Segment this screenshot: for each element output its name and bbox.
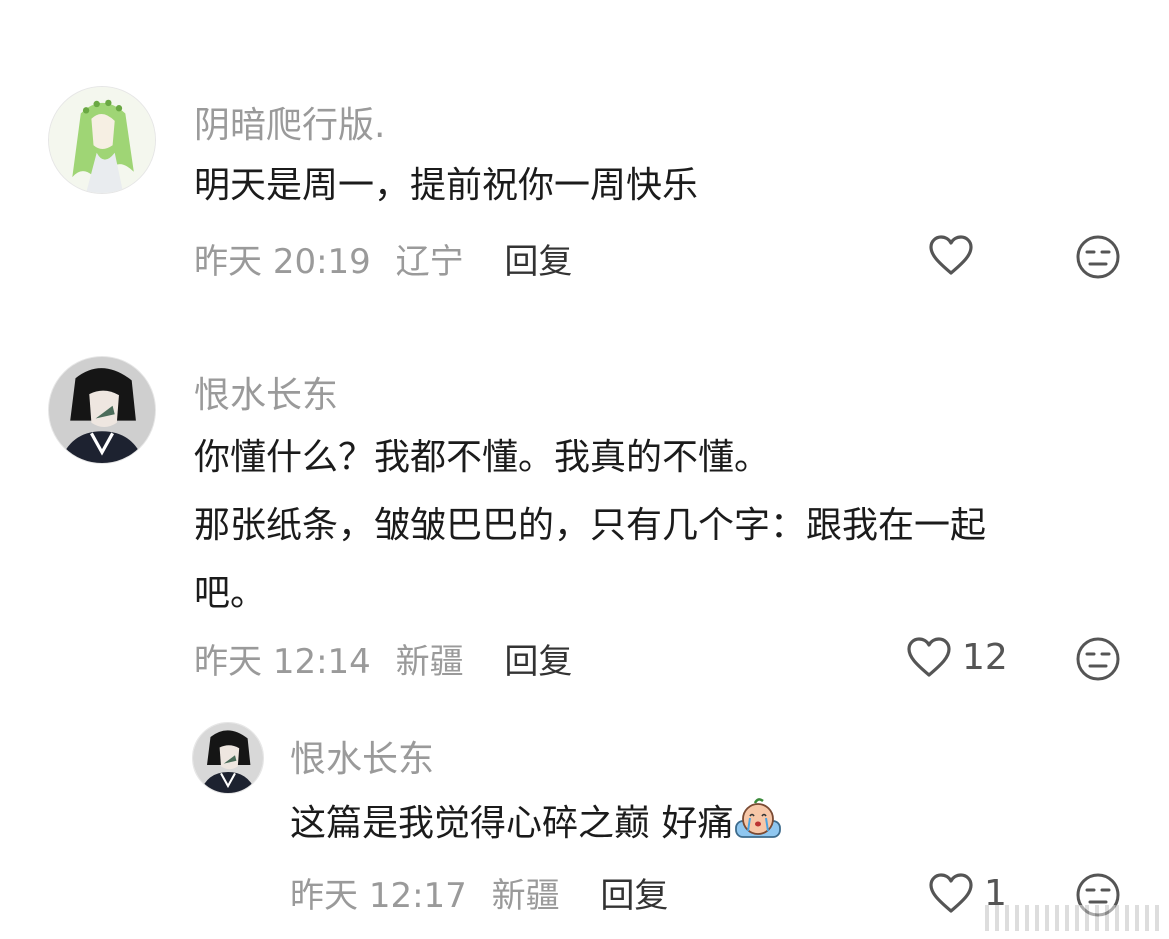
- crying-emoji: [733, 795, 783, 841]
- comment-line: 这篇是我觉得心碎之巅 好痛: [290, 790, 783, 858]
- watermark: [985, 905, 1165, 931]
- heart-outline-icon: [929, 873, 973, 913]
- avatar[interactable]: [192, 722, 264, 794]
- reply-comment-item: 恨水长东 这篇是我觉得心碎之巅 好痛 昨天 12:17 新疆 回复 1: [0, 0, 1169, 939]
- comment-meta: 昨天 12:17 新疆 回复: [290, 868, 668, 917]
- comment-date: 昨天: [290, 876, 358, 916]
- avatar-image: [193, 723, 263, 793]
- comment-time: 12:17: [368, 876, 467, 916]
- username[interactable]: 恨水长东: [290, 730, 434, 782]
- comment-text: 这篇是我觉得心碎之巅 好痛: [290, 790, 783, 858]
- reply-button[interactable]: 回复: [600, 876, 668, 916]
- comment-location: 新疆: [491, 876, 560, 916]
